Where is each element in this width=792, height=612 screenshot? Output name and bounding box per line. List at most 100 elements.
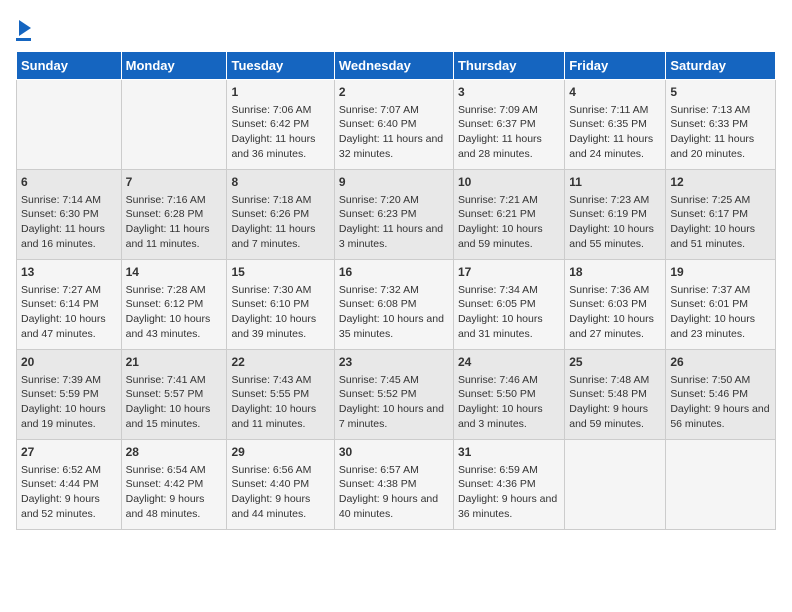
calendar-table: SundayMondayTuesdayWednesdayThursdayFrid… [16, 51, 776, 530]
day-info: Sunrise: 7:07 AM [339, 103, 449, 118]
day-info: Sunrise: 7:13 AM [670, 103, 771, 118]
day-info: Sunrise: 7:43 AM [231, 373, 329, 388]
day-info: Sunset: 6:10 PM [231, 297, 329, 312]
day-number: 24 [458, 354, 560, 371]
calendar-cell: 30Sunrise: 6:57 AMSunset: 4:38 PMDayligh… [334, 440, 453, 530]
page-header [16, 16, 776, 41]
day-number: 4 [569, 84, 661, 101]
day-number: 22 [231, 354, 329, 371]
day-number: 30 [339, 444, 449, 461]
day-info: Daylight: 10 hours and 47 minutes. [21, 312, 117, 341]
day-info: Daylight: 9 hours and 56 minutes. [670, 402, 771, 431]
day-info: Sunrise: 7:09 AM [458, 103, 560, 118]
calendar-cell: 6Sunrise: 7:14 AMSunset: 6:30 PMDaylight… [17, 170, 122, 260]
day-info: Sunset: 6:03 PM [569, 297, 661, 312]
calendar-cell [565, 440, 666, 530]
week-row-4: 20Sunrise: 7:39 AMSunset: 5:59 PMDayligh… [17, 350, 776, 440]
day-number: 29 [231, 444, 329, 461]
day-number: 7 [126, 174, 223, 191]
day-number: 21 [126, 354, 223, 371]
calendar-cell: 7Sunrise: 7:16 AMSunset: 6:28 PMDaylight… [121, 170, 227, 260]
day-info: Sunset: 6:23 PM [339, 207, 449, 222]
calendar-cell: 3Sunrise: 7:09 AMSunset: 6:37 PMDaylight… [453, 80, 564, 170]
day-number: 9 [339, 174, 449, 191]
calendar-cell: 1Sunrise: 7:06 AMSunset: 6:42 PMDaylight… [227, 80, 334, 170]
day-number: 20 [21, 354, 117, 371]
day-number: 31 [458, 444, 560, 461]
calendar-cell: 25Sunrise: 7:48 AMSunset: 5:48 PMDayligh… [565, 350, 666, 440]
day-info: Sunset: 6:37 PM [458, 117, 560, 132]
day-info: Daylight: 10 hours and 27 minutes. [569, 312, 661, 341]
calendar-cell [666, 440, 776, 530]
day-info: Sunrise: 7:21 AM [458, 193, 560, 208]
day-number: 10 [458, 174, 560, 191]
day-info: Daylight: 9 hours and 59 minutes. [569, 402, 661, 431]
day-info: Sunset: 6:12 PM [126, 297, 223, 312]
day-info: Daylight: 10 hours and 11 minutes. [231, 402, 329, 431]
day-info: Sunrise: 7:14 AM [21, 193, 117, 208]
day-info: Daylight: 11 hours and 20 minutes. [670, 132, 771, 161]
day-number: 8 [231, 174, 329, 191]
day-info: Sunset: 6:42 PM [231, 117, 329, 132]
day-info: Sunrise: 6:56 AM [231, 463, 329, 478]
day-number: 26 [670, 354, 771, 371]
day-number: 23 [339, 354, 449, 371]
day-info: Daylight: 11 hours and 32 minutes. [339, 132, 449, 161]
day-info: Sunrise: 6:59 AM [458, 463, 560, 478]
day-info: Sunrise: 7:11 AM [569, 103, 661, 118]
day-info: Sunrise: 7:32 AM [339, 283, 449, 298]
day-info: Sunset: 6:14 PM [21, 297, 117, 312]
calendar-cell: 26Sunrise: 7:50 AMSunset: 5:46 PMDayligh… [666, 350, 776, 440]
day-info: Daylight: 10 hours and 31 minutes. [458, 312, 560, 341]
day-info: Sunset: 4:44 PM [21, 477, 117, 492]
day-number: 25 [569, 354, 661, 371]
day-info: Daylight: 10 hours and 15 minutes. [126, 402, 223, 431]
day-number: 6 [21, 174, 117, 191]
day-header-tuesday: Tuesday [227, 52, 334, 80]
day-info: Sunrise: 7:39 AM [21, 373, 117, 388]
day-number: 18 [569, 264, 661, 281]
day-info: Sunrise: 6:52 AM [21, 463, 117, 478]
week-row-3: 13Sunrise: 7:27 AMSunset: 6:14 PMDayligh… [17, 260, 776, 350]
day-info: Daylight: 11 hours and 24 minutes. [569, 132, 661, 161]
calendar-cell: 16Sunrise: 7:32 AMSunset: 6:08 PMDayligh… [334, 260, 453, 350]
day-info: Sunset: 4:38 PM [339, 477, 449, 492]
day-info: Daylight: 10 hours and 43 minutes. [126, 312, 223, 341]
day-info: Sunrise: 7:06 AM [231, 103, 329, 118]
day-header-wednesday: Wednesday [334, 52, 453, 80]
logo-arrow-icon [19, 20, 31, 36]
day-number: 11 [569, 174, 661, 191]
day-header-thursday: Thursday [453, 52, 564, 80]
day-number: 1 [231, 84, 329, 101]
day-info: Sunset: 5:50 PM [458, 387, 560, 402]
day-info: Sunset: 5:46 PM [670, 387, 771, 402]
day-info: Sunrise: 7:20 AM [339, 193, 449, 208]
calendar-cell: 4Sunrise: 7:11 AMSunset: 6:35 PMDaylight… [565, 80, 666, 170]
day-info: Daylight: 11 hours and 3 minutes. [339, 222, 449, 251]
day-header-monday: Monday [121, 52, 227, 80]
calendar-cell: 17Sunrise: 7:34 AMSunset: 6:05 PMDayligh… [453, 260, 564, 350]
day-info: Sunrise: 7:30 AM [231, 283, 329, 298]
day-info: Sunrise: 7:18 AM [231, 193, 329, 208]
calendar-cell: 28Sunrise: 6:54 AMSunset: 4:42 PMDayligh… [121, 440, 227, 530]
day-info: Sunrise: 7:16 AM [126, 193, 223, 208]
day-info: Daylight: 11 hours and 11 minutes. [126, 222, 223, 251]
calendar-cell: 27 Sunrise: 6:52 AMSunset: 4:44 PMDayligh… [17, 440, 122, 530]
day-info: Daylight: 9 hours and 44 minutes. [231, 492, 329, 521]
calendar-cell: 21Sunrise: 7:41 AMSunset: 5:57 PMDayligh… [121, 350, 227, 440]
day-info: Daylight: 9 hours and 52 minutes. [21, 492, 117, 521]
calendar-cell: 23Sunrise: 7:45 AMSunset: 5:52 PMDayligh… [334, 350, 453, 440]
day-number: 3 [458, 84, 560, 101]
day-number: 27 [21, 444, 117, 461]
day-info: Daylight: 10 hours and 7 minutes. [339, 402, 449, 431]
day-info: Sunrise: 7:45 AM [339, 373, 449, 388]
day-info: Sunset: 4:40 PM [231, 477, 329, 492]
day-info: Daylight: 10 hours and 3 minutes. [458, 402, 560, 431]
day-info: Sunrise: 7:37 AM [670, 283, 771, 298]
day-info: Daylight: 10 hours and 51 minutes. [670, 222, 771, 251]
day-info: Daylight: 10 hours and 23 minutes. [670, 312, 771, 341]
day-info: Sunset: 6:21 PM [458, 207, 560, 222]
calendar-cell: 10Sunrise: 7:21 AMSunset: 6:21 PMDayligh… [453, 170, 564, 260]
day-number: 13 [21, 264, 117, 281]
day-info: Sunrise: 7:27 AM [21, 283, 117, 298]
